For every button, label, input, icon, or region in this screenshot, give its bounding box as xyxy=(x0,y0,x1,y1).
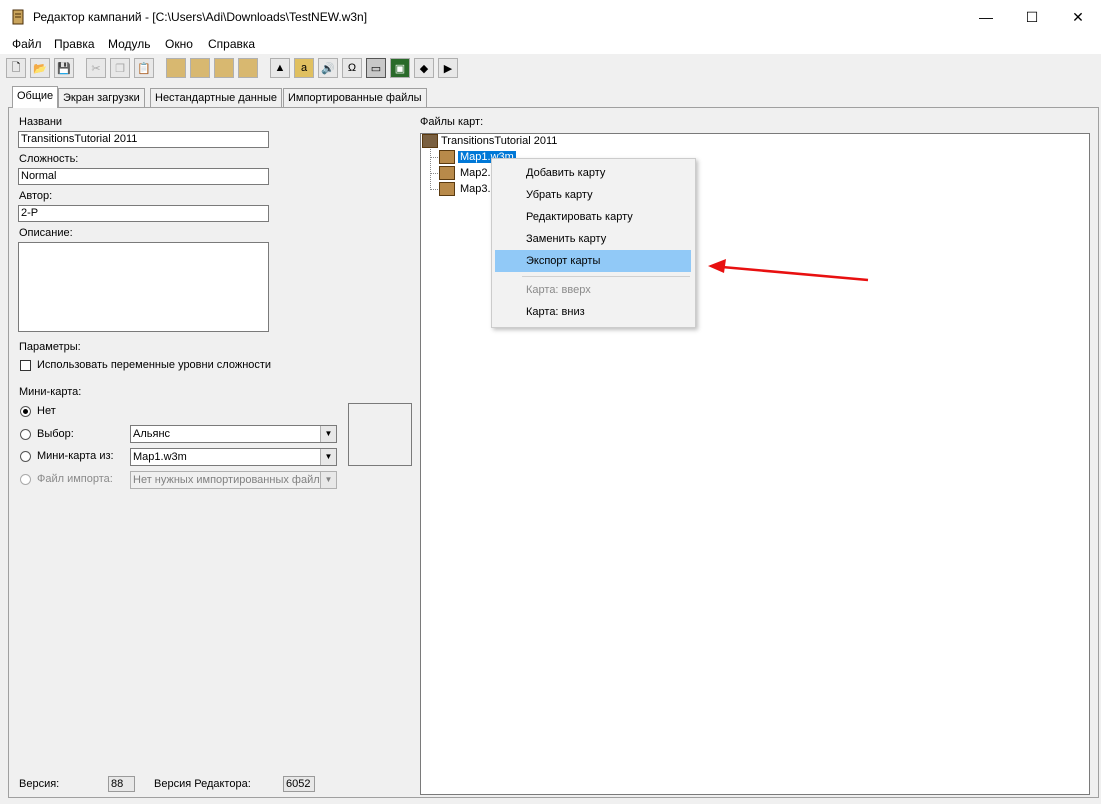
description-field[interactable] xyxy=(18,242,269,332)
difficulty-label: Сложность: xyxy=(19,153,79,165)
minimap-import-radio[interactable] xyxy=(20,474,31,485)
minimap-preview xyxy=(348,403,412,466)
menu-item-move-down[interactable]: Карта: вниз xyxy=(495,301,691,323)
name-field[interactable]: TransitionsTutorial 2011 xyxy=(18,131,269,148)
author-label: Автор: xyxy=(19,190,53,202)
author-field[interactable]: 2-P xyxy=(18,205,269,222)
title-bar: Редактор кампаний - [C:\Users\Adi\Downlo… xyxy=(0,0,1101,34)
tab-loading-screen[interactable]: Экран загрузки xyxy=(58,88,145,107)
minimap-from-value: Map1.w3m xyxy=(133,451,187,463)
menu-window[interactable]: Окно xyxy=(165,37,193,51)
import-file-select[interactable]: Нет нужных импортированных файлов ▼ xyxy=(130,471,337,489)
import-file-value: Нет нужных импортированных файлов xyxy=(133,474,332,486)
annotation-arrow xyxy=(708,259,869,282)
scroll-icon-4[interactable] xyxy=(238,58,258,78)
minimap-from-label: Мини-карта из: xyxy=(37,450,114,462)
minimize-button[interactable]: — xyxy=(963,0,1009,34)
scroll-icon-3[interactable] xyxy=(214,58,234,78)
map-scroll-icon xyxy=(439,150,455,164)
minimap-none-radio[interactable] xyxy=(20,406,31,417)
chevron-down-icon[interactable]: ▼ xyxy=(320,472,336,488)
new-file-icon[interactable]: 🗋 xyxy=(6,58,26,78)
context-menu: Добавить карту Убрать карту Редактироват… xyxy=(491,158,696,328)
tab-imported-files[interactable]: Импортированные файлы xyxy=(283,88,427,107)
tree-root-campaign[interactable]: TransitionsTutorial 2011 xyxy=(422,134,557,148)
menu-item-move-up[interactable]: Карта: вверх xyxy=(495,279,691,301)
menu-separator xyxy=(522,276,690,277)
variable-difficulty-label: Использовать переменные уровни сложности xyxy=(37,359,272,371)
tab-custom-data[interactable]: Нестандартные данные xyxy=(150,88,282,107)
version-label: Версия: xyxy=(19,778,60,790)
chevron-down-icon[interactable]: ▼ xyxy=(320,426,336,442)
save-icon[interactable]: 💾 xyxy=(54,58,74,78)
menu-file[interactable]: Файл xyxy=(12,37,42,51)
window-title: Редактор кампаний - [C:\Users\Adi\Downlo… xyxy=(33,10,368,24)
map-scroll-icon xyxy=(439,182,455,196)
open-folder-icon[interactable]: 📂 xyxy=(30,58,50,78)
minimap-none-label: Нет xyxy=(37,405,56,417)
minimap-from-radio[interactable] xyxy=(20,451,31,462)
ai-icon[interactable]: ▣ xyxy=(390,58,410,78)
params-label: Параметры: xyxy=(19,341,81,353)
menu-bar: Файл Правка Модуль Окно Справка xyxy=(0,34,1101,54)
menu-help[interactable]: Справка xyxy=(208,37,255,51)
minimap-select-radio[interactable] xyxy=(20,429,31,440)
campaign-icon xyxy=(422,134,438,148)
test-map-icon[interactable]: ▶ xyxy=(438,58,458,78)
name-label: Названи xyxy=(19,116,63,128)
scroll-icon-2[interactable] xyxy=(190,58,210,78)
object-icon[interactable]: Ω xyxy=(342,58,362,78)
description-label: Описание: xyxy=(19,227,73,239)
close-button[interactable]: ✕ xyxy=(1055,0,1101,34)
maximize-button[interactable]: ☐ xyxy=(1009,0,1055,34)
tree-line xyxy=(430,157,438,158)
minimap-import-label: Файл импорта: xyxy=(37,473,113,485)
tree-item-map3[interactable]: Map3. xyxy=(439,182,491,196)
menu-item-edit-map[interactable]: Редактировать карту xyxy=(495,206,691,228)
copy-icon[interactable]: ❐ xyxy=(110,58,130,78)
tree-line xyxy=(430,189,438,190)
campaign-icon[interactable]: ▭ xyxy=(366,58,386,78)
minimap-from-select[interactable]: Map1.w3m ▼ xyxy=(130,448,337,466)
menu-item-replace-map[interactable]: Заменить карту xyxy=(495,228,691,250)
menu-item-remove-map[interactable]: Убрать карту xyxy=(495,184,691,206)
tree-item-map2[interactable]: Map2. xyxy=(439,166,491,180)
sound-icon[interactable]: 🔊 xyxy=(318,58,338,78)
minimap-label: Мини-карта: xyxy=(19,386,82,398)
tab-general[interactable]: Общие xyxy=(12,86,59,108)
editor-version-label: Версия Редактора: xyxy=(154,778,251,790)
import-icon[interactable]: ◆ xyxy=(414,58,434,78)
scroll-icon-1[interactable] xyxy=(166,58,186,78)
tree-line xyxy=(430,173,438,174)
chevron-down-icon[interactable]: ▼ xyxy=(320,449,336,465)
toolbar: 🗋 📂 💾 ✂ ❐ 📋 ▲ a 🔊 Ω ▭ ▣ ◆ ▶ xyxy=(0,56,1101,82)
variable-difficulty-checkbox[interactable] xyxy=(20,360,31,371)
menu-module[interactable]: Модуль xyxy=(108,37,151,51)
version-value: 88 xyxy=(108,776,135,792)
map-files-label: Файлы карт: xyxy=(420,116,484,128)
menu-edit[interactable]: Правка xyxy=(54,37,95,51)
paste-icon[interactable]: 📋 xyxy=(134,58,154,78)
menu-item-add-map[interactable]: Добавить карту xyxy=(495,162,691,184)
tree-item-label: Map2. xyxy=(460,167,491,179)
faction-select[interactable]: Альянс ▼ xyxy=(130,425,337,443)
minimap-select-label: Выбор: xyxy=(37,428,74,440)
trigger-icon[interactable]: a xyxy=(294,58,314,78)
map-scroll-icon xyxy=(439,166,455,180)
tree-item-label: Map3. xyxy=(460,183,491,195)
editor-version-value: 6052 xyxy=(283,776,315,792)
tree-root-label: TransitionsTutorial 2011 xyxy=(441,135,558,147)
terrain-icon[interactable]: ▲ xyxy=(270,58,290,78)
app-scroll-icon xyxy=(10,9,26,25)
cut-icon[interactable]: ✂ xyxy=(86,58,106,78)
menu-item-export-map[interactable]: Экспорт карты xyxy=(495,250,691,272)
faction-select-value: Альянс xyxy=(133,428,171,440)
difficulty-field[interactable]: Normal xyxy=(18,168,269,185)
tree-line xyxy=(430,147,431,190)
